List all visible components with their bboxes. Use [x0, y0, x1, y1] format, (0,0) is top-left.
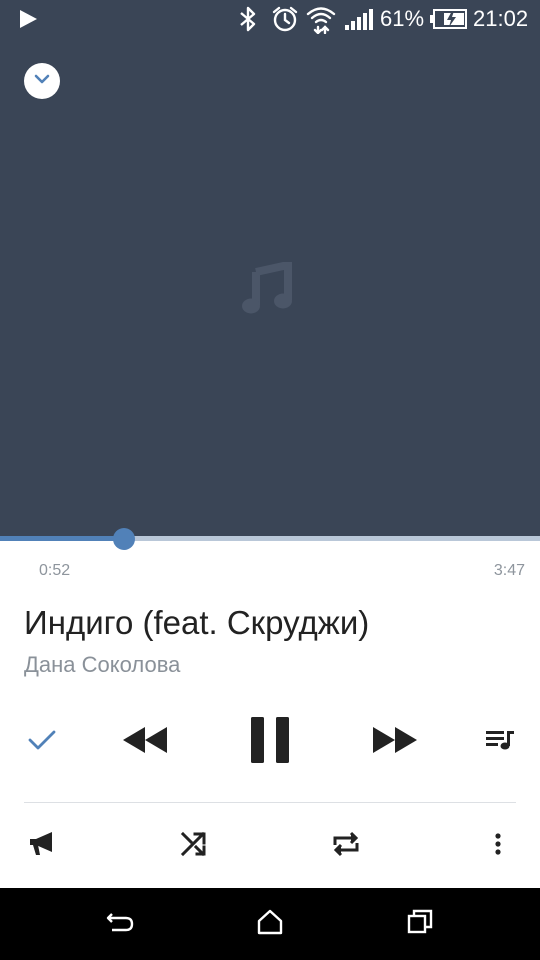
track-artist[interactable]: Дана Соколова — [24, 652, 180, 678]
recents-icon — [406, 908, 434, 941]
play-notification-icon — [17, 0, 39, 38]
divider — [24, 802, 516, 803]
seek-thumb[interactable] — [113, 528, 135, 550]
home-button[interactable] — [250, 904, 290, 944]
total-duration: 3:47 — [493, 562, 525, 579]
check-icon — [27, 728, 57, 757]
more-icon — [494, 832, 502, 861]
player-screen: 61% 21:02 0:52 3:47 Индиго (feat. Скрудж… — [0, 0, 540, 960]
repeat-icon — [331, 829, 361, 864]
broadcast-button[interactable] — [22, 826, 62, 866]
wifi-icon — [306, 0, 336, 38]
clock: 21:02 — [473, 6, 529, 31]
system-nav-bar — [0, 888, 540, 960]
bluetooth-icon — [236, 0, 260, 38]
battery-percent: 61% — [380, 6, 425, 31]
playlist-icon — [484, 727, 516, 758]
more-options-button[interactable] — [478, 826, 518, 866]
shuffle-icon — [180, 830, 208, 863]
music-note-icon — [240, 260, 294, 316]
next-button[interactable] — [368, 720, 422, 764]
back-icon — [106, 910, 134, 939]
broadcast-icon — [28, 831, 56, 862]
collapse-player-button[interactable] — [24, 63, 60, 99]
seek-bar[interactable] — [0, 536, 540, 541]
album-artwork — [0, 38, 540, 538]
seek-progress — [0, 536, 124, 541]
previous-icon — [121, 725, 169, 760]
shuffle-button[interactable] — [174, 826, 214, 866]
pause-icon — [249, 715, 291, 770]
add-to-library-button[interactable] — [20, 720, 64, 764]
elapsed-time: 0:52 — [39, 562, 71, 579]
status-bar: 61% 21:02 — [0, 0, 540, 38]
signal-icon — [344, 0, 374, 38]
track-title: Индиго (feat. Скруджи) — [24, 604, 370, 641]
recents-button[interactable] — [400, 904, 440, 944]
previous-button[interactable] — [118, 720, 172, 764]
home-icon — [256, 909, 284, 940]
chevron-down-icon — [33, 72, 51, 90]
next-icon — [371, 725, 419, 760]
pause-button[interactable] — [244, 714, 296, 770]
battery-charging-icon — [430, 0, 468, 38]
back-button[interactable] — [100, 904, 140, 944]
alarm-icon — [271, 0, 299, 38]
repeat-button[interactable] — [326, 826, 366, 866]
playlist-button[interactable] — [478, 720, 522, 764]
